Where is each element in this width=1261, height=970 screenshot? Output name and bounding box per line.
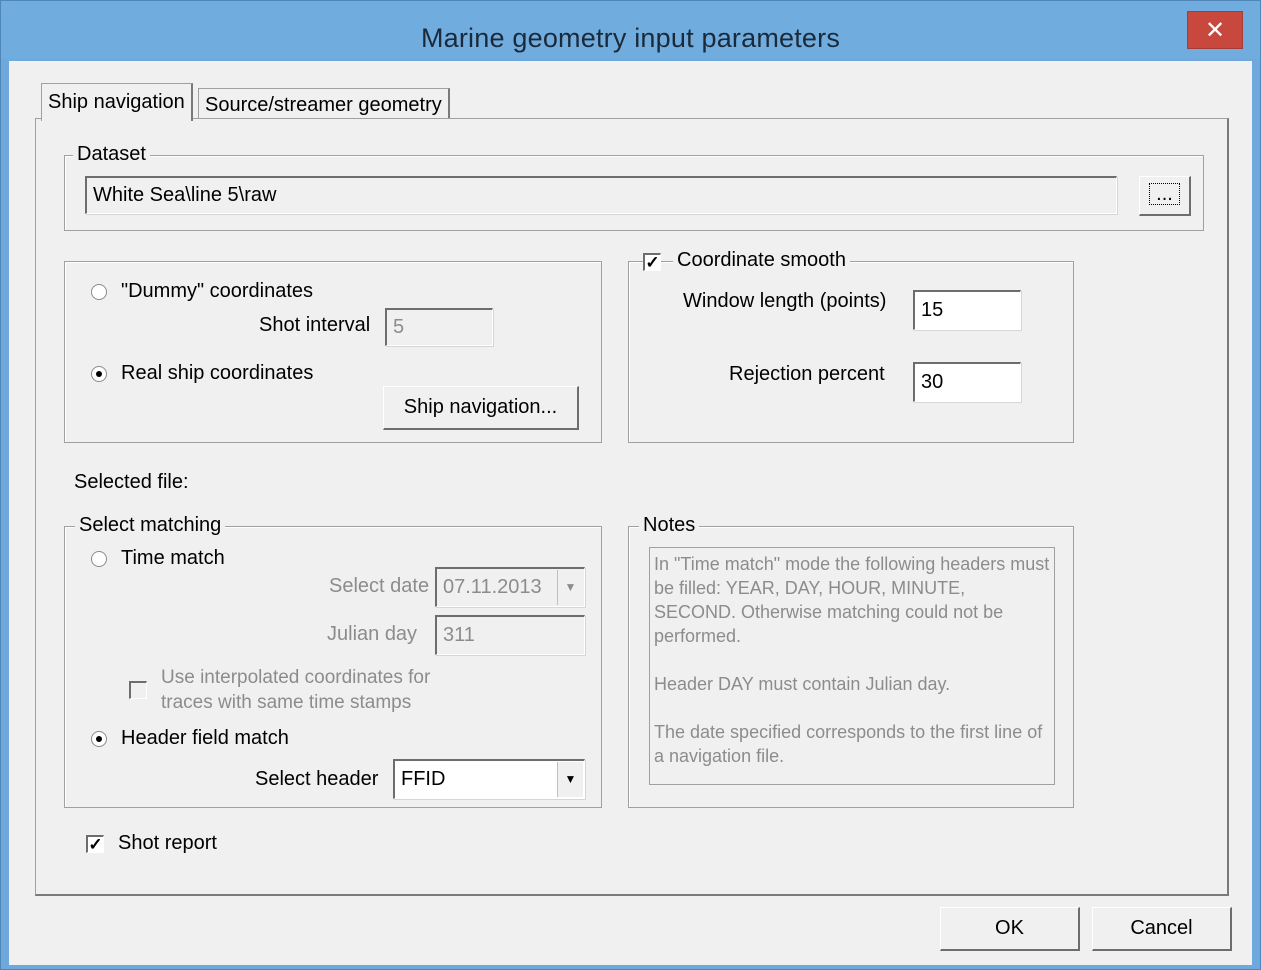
browse-button-label: ...: [1149, 183, 1180, 205]
interpolated-coordinates-label-line2: traces with same time stamps: [161, 692, 412, 713]
window-length-field[interactable]: 15: [913, 290, 1021, 330]
notes-text: In "Time match" mode the following heade…: [649, 547, 1055, 785]
title-bar[interactable]: Marine geometry input parameters ✕: [1, 1, 1260, 59]
coordinate-smooth-group: ✓ Coordinate smooth Window length (point…: [628, 249, 1074, 443]
dialog-window: Marine geometry input parameters ✕ Ship …: [0, 0, 1261, 970]
dataset-group-label: Dataset: [73, 143, 150, 166]
shot-interval-label: Shot interval: [259, 314, 371, 336]
julian-day-field[interactable]: 311: [435, 615, 585, 655]
ok-button[interactable]: OK: [940, 907, 1080, 951]
notes-group: Notes In "Time match" mode the following…: [628, 514, 1074, 808]
select-matching-group: Select matching Time match Select date 0…: [64, 514, 602, 808]
select-header-label: Select header: [255, 768, 379, 790]
real-ship-coordinates-radio[interactable]: [91, 366, 107, 382]
real-ship-coordinates-label: Real ship coordinates: [121, 362, 314, 384]
select-header-dropdown[interactable]: FFID ▼: [393, 759, 585, 799]
interpolated-coordinates-checkbox[interactable]: [129, 681, 147, 699]
select-date-label: Select date: [329, 575, 430, 597]
time-match-label: Time match: [121, 547, 225, 569]
window-title: Marine geometry input parameters: [420, 23, 841, 53]
chevron-down-icon[interactable]: ▼: [557, 762, 583, 797]
cancel-button[interactable]: Cancel: [1092, 907, 1232, 951]
time-match-radio[interactable]: [91, 551, 107, 567]
dummy-coordinates-label: "Dummy" coordinates: [121, 280, 314, 302]
close-button[interactable]: ✕: [1187, 11, 1243, 49]
notes-paragraph-2: Header DAY must contain Julian day.: [654, 674, 951, 694]
ship-navigation-button[interactable]: Ship navigation...: [383, 386, 579, 430]
selected-file-label: Selected file:: [74, 471, 189, 493]
notes-paragraph-3: The date specified corresponds to the fi…: [654, 722, 1043, 766]
rejection-percent-field[interactable]: 30: [913, 362, 1021, 402]
coordinate-smooth-checkbox[interactable]: ✓: [643, 253, 661, 271]
shot-interval-field[interactable]: 5: [385, 308, 493, 346]
notes-paragraph-1: In "Time match" mode the following heade…: [654, 554, 1050, 646]
select-date-picker[interactable]: 07.11.2013 ▼: [435, 567, 585, 607]
coordinate-smooth-label: Coordinate smooth: [673, 249, 850, 272]
interpolated-coordinates-label-line1: Use interpolated coordinates for: [161, 667, 431, 688]
notes-label: Notes: [639, 514, 700, 537]
select-matching-label: Select matching: [75, 514, 226, 537]
dialog-client: Ship navigation Source/streamer geometry…: [9, 61, 1252, 965]
dataset-group: Dataset White Sea\line 5\raw ...: [64, 143, 1204, 231]
window-length-label: Window length (points): [683, 290, 887, 312]
browse-button[interactable]: ...: [1139, 176, 1191, 216]
shot-report-label: Shot report: [118, 832, 217, 854]
radio-selected-dot: [96, 736, 102, 742]
header-field-match-label: Header field match: [121, 727, 289, 749]
header-field-match-radio[interactable]: [91, 731, 107, 747]
coordinates-mode-group: "Dummy" coordinates Shot interval 5 Real…: [64, 261, 602, 443]
julian-day-label: Julian day: [327, 623, 418, 645]
tab-ship-navigation[interactable]: Ship navigation: [41, 83, 193, 121]
close-icon: ✕: [1204, 17, 1226, 44]
select-date-value: 07.11.2013: [443, 576, 542, 598]
dummy-coordinates-radio[interactable]: [91, 284, 107, 300]
rejection-percent-label: Rejection percent: [729, 363, 885, 385]
radio-selected-dot: [96, 371, 102, 377]
dataset-path-field[interactable]: White Sea\line 5\raw: [85, 176, 1117, 214]
select-header-value: FFID: [401, 768, 446, 790]
tab-source-streamer-geometry[interactable]: Source/streamer geometry: [198, 88, 450, 119]
shot-report-checkbox[interactable]: ✓: [86, 835, 104, 853]
chevron-down-icon[interactable]: ▼: [557, 570, 583, 605]
tab-panel: Dataset White Sea\line 5\raw ... "Dummy"…: [35, 118, 1229, 896]
